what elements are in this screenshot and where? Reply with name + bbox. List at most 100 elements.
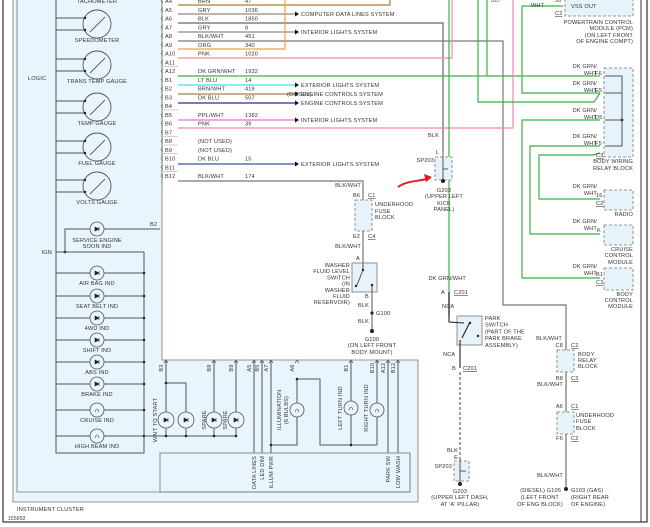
row-wire-color: BLK/WHT <box>198 174 224 180</box>
cruise-control-module[interactable] <box>603 224 634 246</box>
row-wire-color: (NOT USED) <box>198 139 232 145</box>
radio-module[interactable] <box>603 189 634 211</box>
park-pin-a: A <box>441 290 445 296</box>
sp203-top-loc-3: PANEL) <box>434 207 455 213</box>
illumination-count: (6 BULBS) <box>284 396 290 424</box>
contact-dot <box>361 268 365 272</box>
bwrb-wire-label: DK GRN/ <box>573 134 598 140</box>
body-wiring-relay-block[interactable] <box>603 67 634 158</box>
terminal-dot <box>83 99 87 103</box>
row-circuit: 1850 <box>245 17 258 23</box>
indicator-label: SEAT BELT IND <box>76 304 118 310</box>
indicator-label: ABS IND <box>85 370 108 376</box>
right-turn-bulb-icon <box>369 402 385 418</box>
cruise-label-2: CONTROL <box>605 253 633 259</box>
park-wire-blk: BLK <box>447 448 458 454</box>
terminal-dot <box>83 139 87 143</box>
junction-dot <box>164 381 168 385</box>
gc-relay-in-pin: C8 <box>556 343 563 349</box>
park-nca-bottom: NCA <box>443 352 455 358</box>
row-wire-color: BLK <box>198 17 209 23</box>
underhood-fuse-block-2[interactable] <box>556 411 575 435</box>
wiring-diagram-canvas: INSTRUMENT CLUSTER 155652 LOGIC IGN B2 T… <box>2 0 648 523</box>
system-arrow-label: EXTERIOR LIGHTS SYSTEM <box>301 83 379 89</box>
terminal-dot <box>83 28 87 32</box>
sp203-top-pin: L <box>436 150 439 156</box>
cruise-label-3: MODULE <box>608 260 633 266</box>
ground-icon <box>441 179 445 183</box>
pcm-connector: C2 <box>555 11 562 17</box>
row-wire-color: BRN <box>198 0 210 5</box>
washer-splice: G100 <box>376 311 390 317</box>
bwrb-label-1: BODY WIRING <box>593 159 633 165</box>
junction-dot <box>234 434 238 438</box>
washer-ground-loc-2: BODY MOUNT) <box>351 350 392 356</box>
row-circuit: 1036 <box>245 8 258 14</box>
left-turn-label: LEFT TURN IND <box>338 386 344 430</box>
lower-pin-label: A12 <box>381 363 387 373</box>
row-circuit: 39 <box>245 122 252 128</box>
connector-function-label: DATA LINES <box>252 456 258 489</box>
junction-dot <box>164 434 168 438</box>
row-pin: B10 <box>165 157 175 163</box>
arrow-icon <box>295 161 299 167</box>
washer-pin-a: A <box>356 256 360 262</box>
washer-wire3: BLK <box>358 303 369 309</box>
row-pin: B2 <box>165 87 172 93</box>
indicator-label: 4WD IND <box>85 326 110 332</box>
b2-pin-label: B2 <box>150 222 157 228</box>
gauge-label: SPEEDOMETER <box>75 38 120 44</box>
cruise-wire-2: WHT <box>584 226 598 232</box>
washer-switch-label: (IN <box>342 282 350 288</box>
underhood-fuse-block[interactable] <box>354 199 373 232</box>
gc-diesel-3: OF ENG BLOCK) <box>517 502 563 508</box>
gauge-label: TRANS TEMP GAUGE <box>67 79 127 85</box>
gc-relay-out-conn: C2 <box>571 376 578 382</box>
bwrb-pin: D5 <box>595 115 602 121</box>
row-circuit: 507 <box>245 95 255 101</box>
washer-wire2: BLK/WHT <box>335 244 361 250</box>
body-control-module[interactable] <box>603 267 634 291</box>
gauge-label: FUEL GAUGE <box>78 161 115 167</box>
system-arrow-label: INTERIOR LIGHTS SYSTEM <box>301 30 378 36</box>
bwrb-wire-label: DK GRN/ <box>573 81 598 87</box>
row-wire-color: PNK <box>198 122 210 128</box>
terminal-dot <box>83 151 87 155</box>
pcm-pin: 50 <box>555 0 562 4</box>
junction-dot <box>142 338 146 342</box>
washer-ground-loc-1: (ON LEFT FRONT <box>348 343 397 349</box>
connector-function-label: LED DIM <box>260 456 266 480</box>
terminal-dot <box>83 16 87 20</box>
fuse-label-3: BLOCK <box>375 215 395 221</box>
lower-pin-label: B1 <box>344 364 350 371</box>
radio-wire-1: DK GRN/ <box>573 184 598 190</box>
row-wire-color: BRN/WHT <box>198 87 226 93</box>
indicator-label: SHIFT IND <box>83 348 112 354</box>
park-switch-label: ASSEMBLY) <box>485 343 518 349</box>
spare-label-1: SPARE <box>202 410 208 429</box>
washer-fluid-level-switch[interactable] <box>351 262 378 293</box>
junction-dot <box>620 118 624 122</box>
washer-fuse-in-conn: C1 <box>368 193 375 199</box>
park-switch[interactable] <box>456 315 483 346</box>
pcm-label-2: MODULE (PCM) <box>590 26 633 32</box>
indicator-label: AIR BAG IND <box>79 281 115 287</box>
terminal-dot <box>83 57 87 61</box>
gc-diesel-2: (LEFT FRONT <box>521 495 559 501</box>
gc-gas-2: (RIGHT REAR <box>571 495 609 501</box>
row-circuit: 15 <box>245 157 252 163</box>
washer-fuse-out-conn: C4 <box>368 234 375 240</box>
body-relay-block[interactable] <box>556 349 575 373</box>
park-splice: SP203 <box>434 464 452 470</box>
row-pin: B12 <box>165 174 175 180</box>
row-circuit: 174 <box>245 174 255 180</box>
row-pin: A9 <box>165 43 172 49</box>
ign-label: IGN <box>42 250 52 256</box>
washer-switch-label: SWITCH <box>327 275 350 281</box>
washer-switch-label: WASHER <box>325 288 350 294</box>
gc-wire3: BLK/WHT <box>537 473 563 479</box>
junction-dot <box>295 377 299 381</box>
row-pin: A4 <box>165 0 172 5</box>
arrow-icon <box>295 29 299 35</box>
gc-relay-label-3: BLOCK <box>578 364 598 370</box>
